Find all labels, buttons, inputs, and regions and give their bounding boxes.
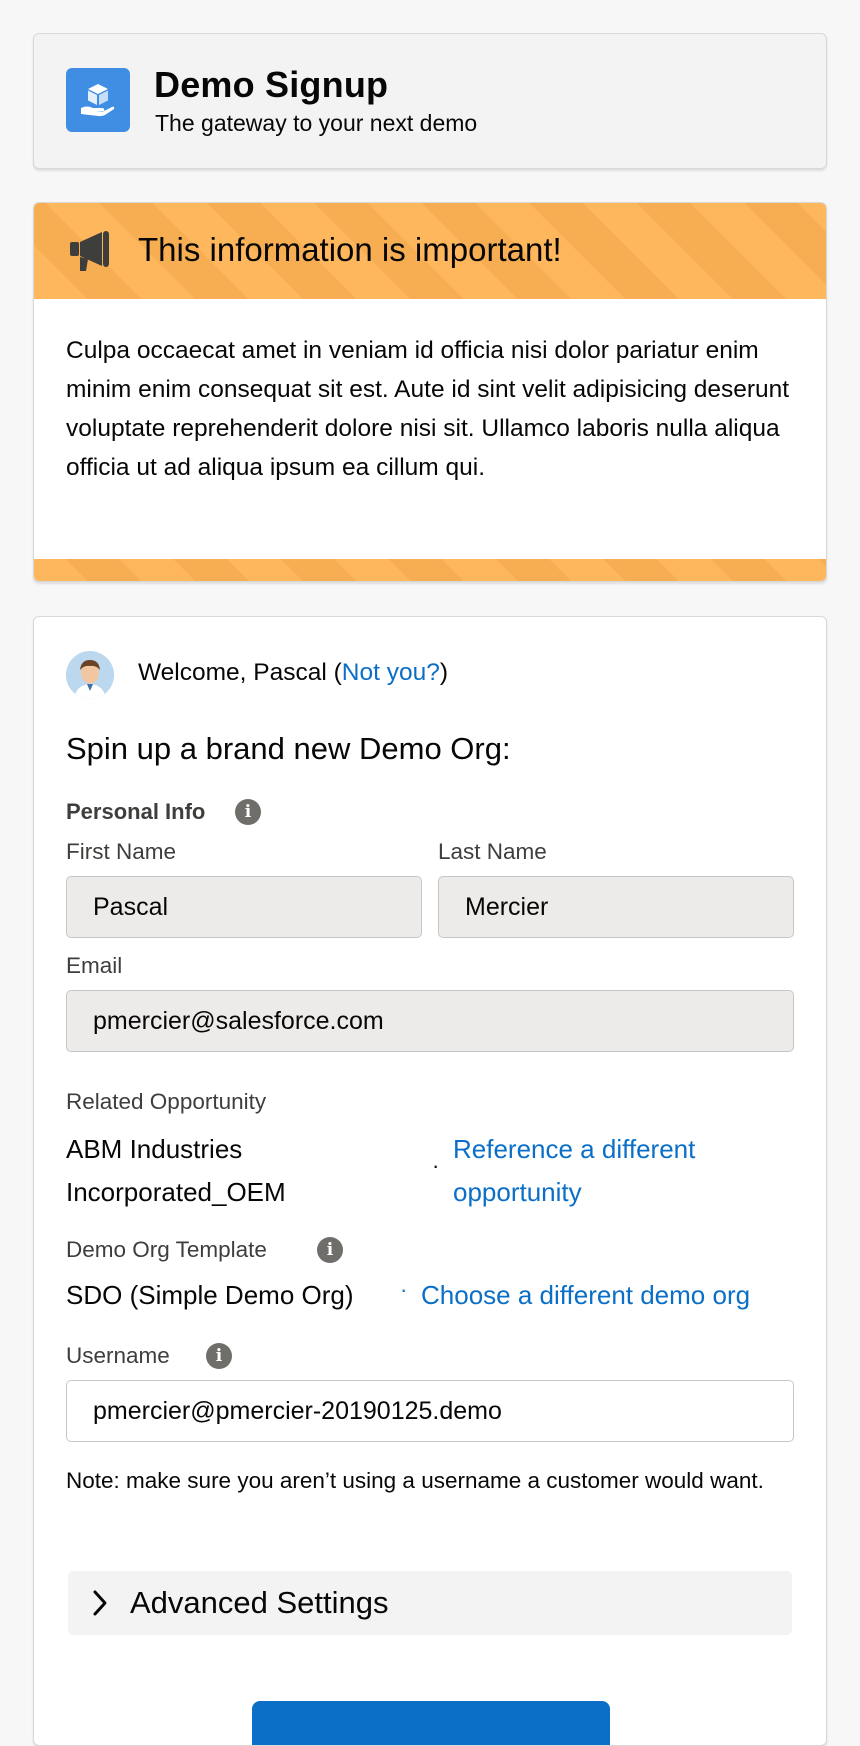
section-heading: Spin up a brand new Demo Org: [66,731,511,766]
email-field[interactable]: pmercier@salesforce.com [66,990,794,1052]
template-value: SDO (Simple Demo Org) [66,1280,354,1310]
username-label: Username [66,1343,170,1368]
related-opportunity-value: ABM Industries Incorporated_OEM [66,1134,286,1207]
welcome-suffix: ) [439,659,449,686]
related-opportunity-label: Related Opportunity [66,1089,267,1114]
username-info-icon[interactable]: i [206,1343,232,1369]
choose-demo-org-link[interactable]: Choose a different demo org [421,1274,750,1317]
welcome-text: Welcome, Pascal ( [138,659,342,686]
advanced-settings-toggle[interactable]: Advanced Settings [68,1571,792,1635]
welcome-message: Welcome, Pascal (Not you?) [138,659,448,687]
personal-info-label: Personal Info [66,799,206,824]
template-label: Demo Org Template [66,1237,267,1262]
username-note: Note: make sure you aren’t using a usern… [66,1468,764,1493]
alert-footer-stripe [34,559,826,581]
separator-dot: · [432,1153,440,1178]
alert-header: This information is important! [34,203,826,299]
separator-dot: · [400,1277,408,1302]
app-title: Demo Signup [154,64,389,105]
alert-body: Culpa occaecat amet in veniam id officia… [66,337,790,481]
alert-card: This information is important! Culpa occ… [33,202,827,582]
advanced-settings-label: Advanced Settings [130,1585,389,1620]
template-info-icon[interactable]: i [317,1237,343,1263]
last-name-label: Last Name [438,839,547,864]
app-header-card: Demo Signup The gateway to your next dem… [33,33,827,169]
signup-form-card: Welcome, Pascal (Not you?) Spin up a bra… [33,616,827,1746]
email-label: Email [66,953,123,978]
megaphone-icon [68,229,114,278]
avatar [66,651,114,699]
not-you-link[interactable]: Not you? [342,659,440,686]
personal-info-info-icon[interactable]: i [235,799,261,825]
first-name-field[interactable]: Pascal [66,876,422,938]
alert-title: This information is important! [138,231,562,268]
submit-button[interactable] [252,1701,610,1745]
first-name-label: First Name [66,839,177,864]
box-in-hand-icon [66,68,130,132]
last-name-field[interactable]: Mercier [438,876,794,938]
app-subtitle: The gateway to your next demo [155,110,478,136]
chevron-right-icon [92,1589,108,1622]
reference-opportunity-link[interactable]: Reference a different opportunity [453,1128,793,1214]
username-field[interactable]: pmercier@pmercier-20190125.demo [66,1380,794,1442]
